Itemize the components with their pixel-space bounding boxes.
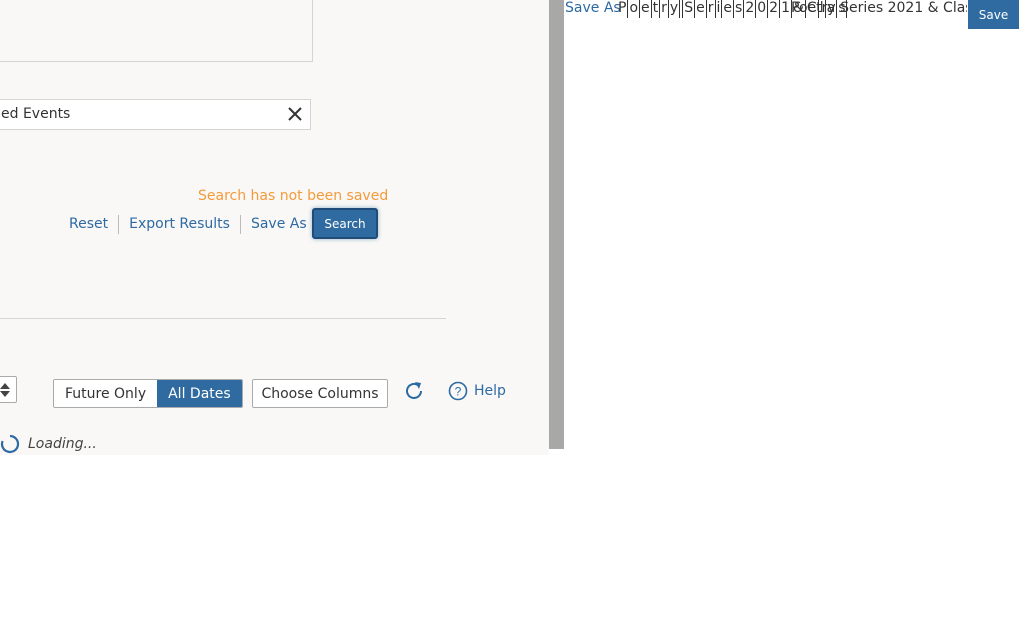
search-name-value[interactable]: Poetry Series 2021 & Class — [791, 0, 967, 16]
description-textarea[interactable] — [0, 0, 313, 62]
save-as-link[interactable]: Save As — [251, 216, 307, 232]
spinner-icon — [0, 434, 20, 454]
char-cell: o — [629, 0, 641, 18]
help-label: Help — [474, 383, 506, 399]
char-cell: e — [641, 0, 652, 18]
svg-text:?: ? — [455, 385, 462, 399]
future-only-option[interactable]: Future Only — [54, 380, 158, 407]
scrollbar[interactable] — [549, 0, 564, 449]
event-filter-input[interactable]: ed Events — [0, 99, 311, 130]
save-status-text: Search has not been saved — [198, 188, 389, 204]
char-cell: i — [716, 0, 723, 18]
search-button[interactable]: Search — [312, 208, 378, 239]
char-cell: 2 — [769, 0, 781, 18]
sort-select[interactable] — [0, 376, 17, 403]
char-cell: S — [684, 0, 696, 18]
loading-text: Loading... — [28, 436, 97, 452]
help-link[interactable]: ? Help — [448, 380, 506, 402]
all-dates-option[interactable]: All Dates — [157, 380, 242, 407]
char-cell: 2 — [745, 0, 757, 18]
char-cell: r — [661, 0, 669, 18]
char-cell: y — [669, 0, 681, 18]
char-cell: e — [696, 0, 707, 18]
char-cell: 0 — [757, 0, 769, 18]
choose-columns-button[interactable]: Choose Columns — [252, 379, 388, 408]
date-range-toggle: Future Only All Dates — [53, 379, 243, 408]
char-cell: P — [618, 0, 629, 18]
char-cell: t — [652, 0, 661, 18]
close-icon[interactable] — [287, 106, 303, 122]
help-circle-icon: ? — [448, 381, 468, 401]
event-filter-value: ed Events — [1, 106, 71, 122]
char-cell: e — [723, 0, 735, 18]
section-divider — [0, 318, 446, 319]
divider — [118, 214, 120, 234]
char-cell: r — [707, 0, 716, 18]
sort-arrows-icon — [0, 383, 10, 397]
reset-link[interactable]: Reset — [69, 216, 108, 232]
char-cell: s — [735, 0, 745, 18]
export-results-link[interactable]: Export Results — [129, 216, 230, 232]
save-as-header-label: Save As — [565, 0, 621, 16]
action-links: Reset Export Results Save As — [69, 214, 307, 234]
loading-indicator: Loading... — [0, 433, 97, 455]
save-button[interactable]: Save — [968, 0, 1019, 29]
search-form-panel: ed Events Search has not been saved Rese… — [0, 0, 549, 455]
divider — [239, 214, 241, 234]
refresh-icon[interactable] — [403, 380, 425, 402]
